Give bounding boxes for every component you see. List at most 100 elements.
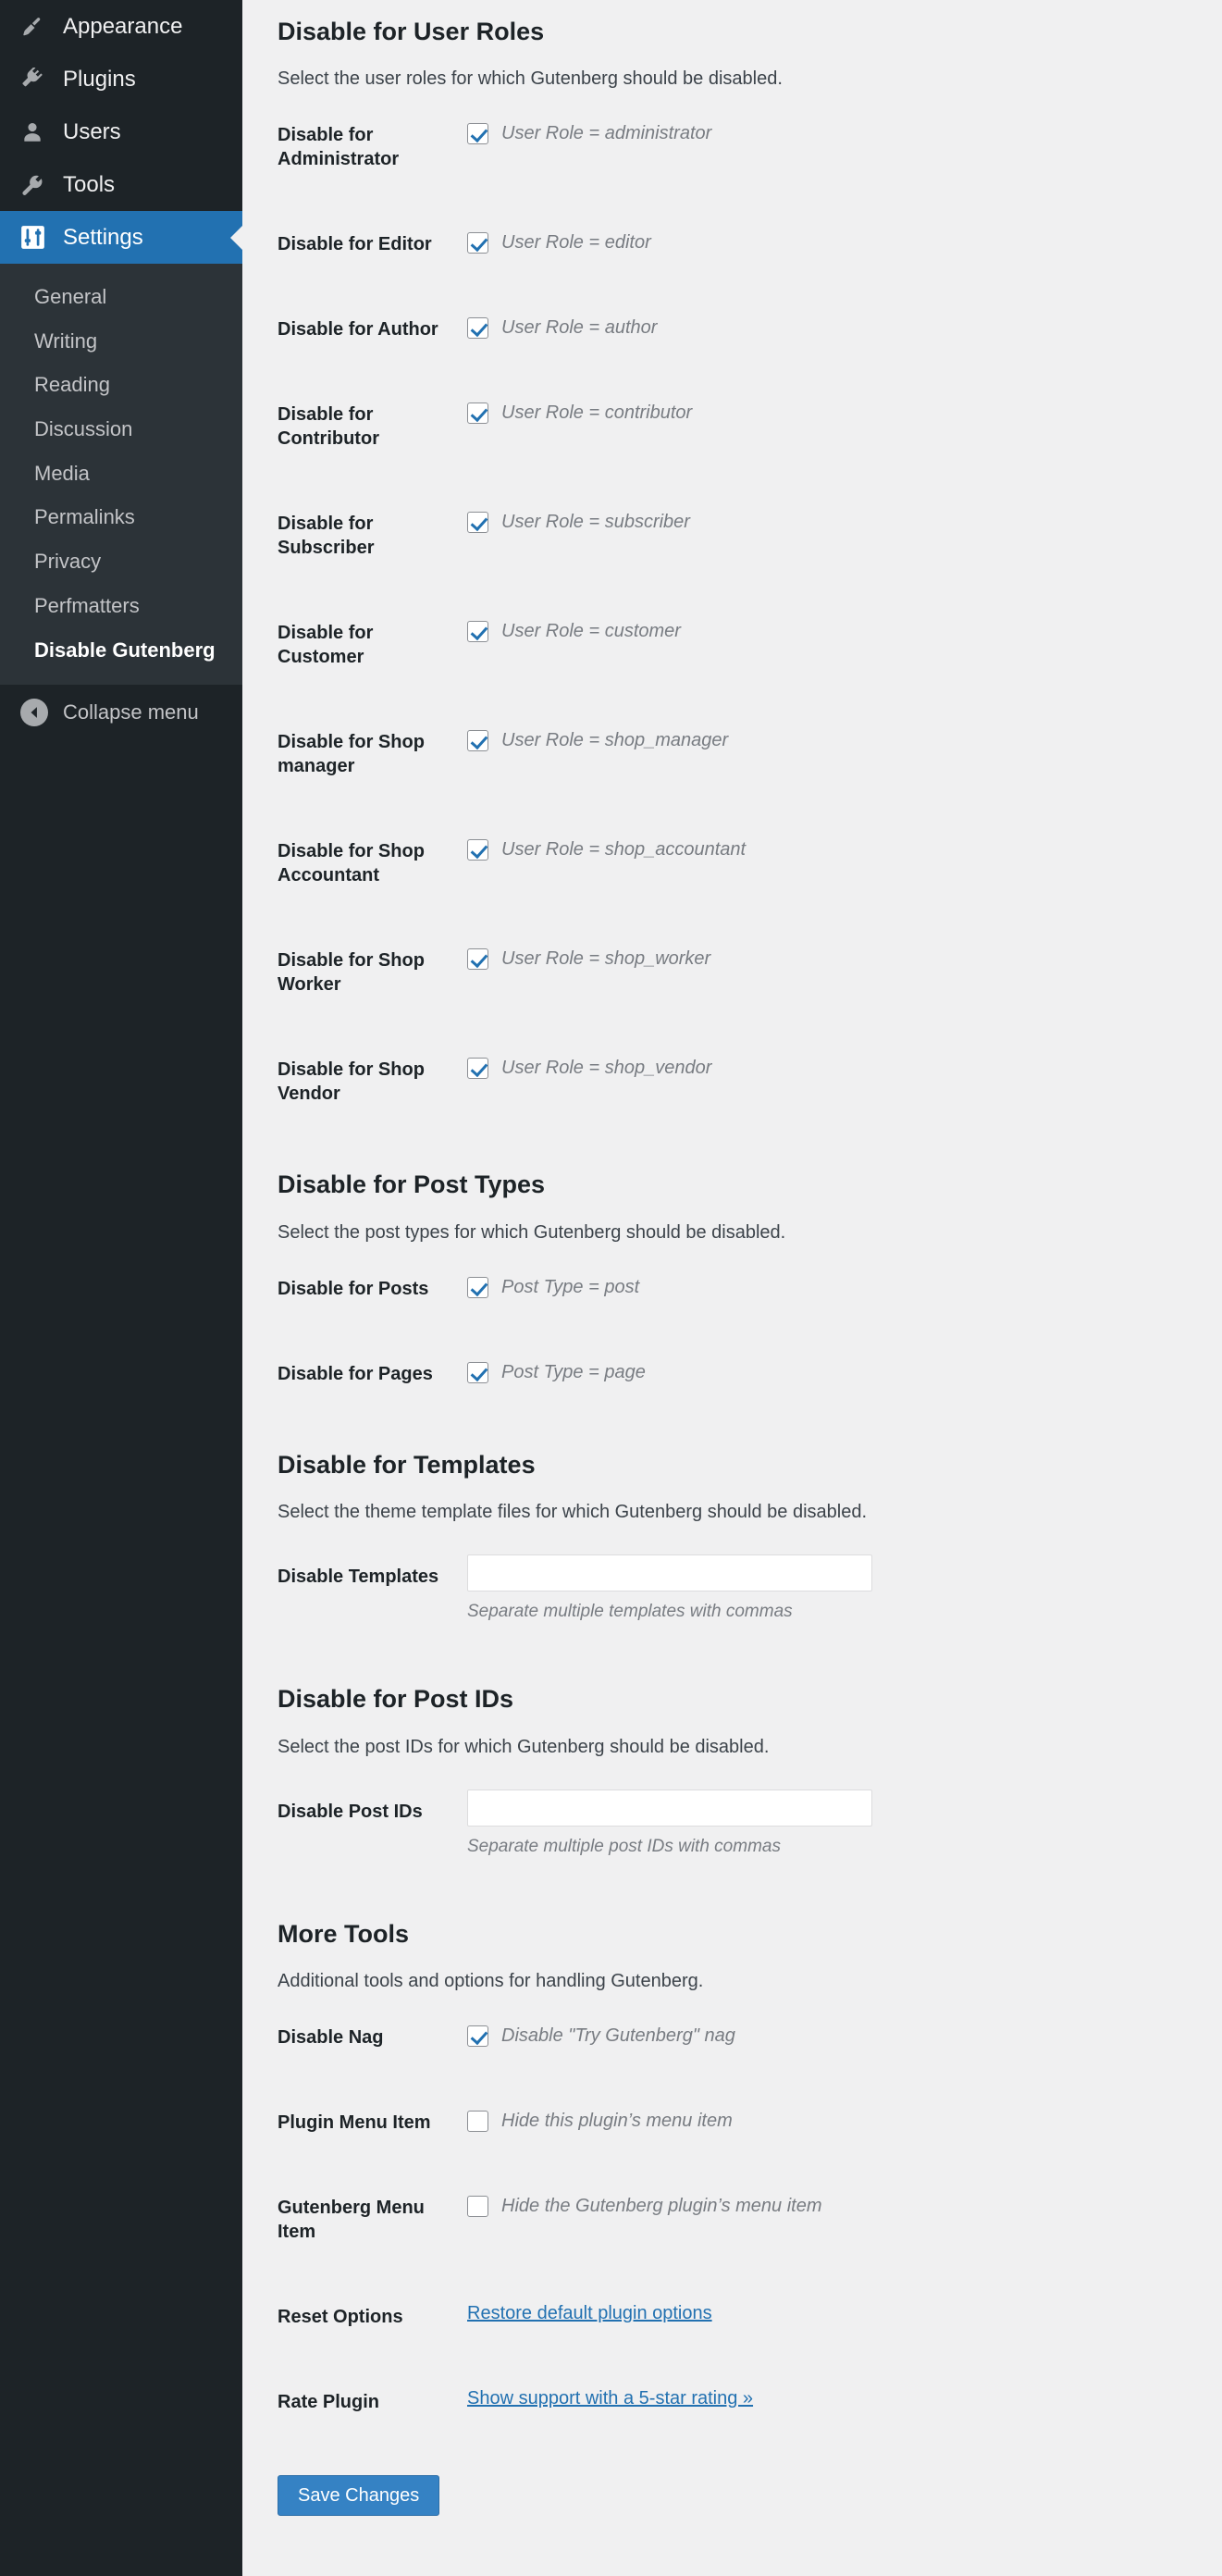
row-label: Disable for Editor	[278, 202, 467, 287]
section-description: Select the user roles for which Gutenber…	[278, 65, 1185, 93]
sidebar-subitem-media[interactable]: Media	[0, 452, 242, 496]
sidebar-item-label: Plugins	[63, 68, 136, 91]
checkbox-gutenberg-menu-item[interactable]	[467, 2196, 488, 2217]
post-types-table: Disable for Posts Post Type = post Disab…	[278, 1246, 1185, 1417]
submit-area: Save Changes	[278, 2445, 1185, 2553]
checkbox-plugin-menu-item[interactable]	[467, 2111, 488, 2132]
collapse-menu-button[interactable]: Collapse menu	[0, 685, 242, 740]
checkbox-label[interactable]: User Role = shop_vendor	[501, 1056, 711, 1081]
sidebar-subitem-perfmatters[interactable]: Perfmatters	[0, 584, 242, 628]
settings-sliders-icon	[20, 225, 54, 250]
checkbox-label[interactable]: User Role = contributor	[501, 401, 692, 426]
checkbox-author[interactable]	[467, 317, 488, 339]
sidebar-subitem-reading[interactable]: Reading	[0, 363, 242, 407]
sidebar-item-settings[interactable]: Settings	[0, 211, 242, 264]
admin-sidebar: Appearance Plugins Users	[0, 0, 242, 2576]
checkbox-shop-worker[interactable]	[467, 948, 488, 970]
sidebar-subitem-general[interactable]: General	[0, 275, 242, 319]
checkbox-subscriber[interactable]	[467, 512, 488, 533]
row-label: Disable for Shop manager	[278, 700, 467, 809]
row-label: Disable for Subscriber	[278, 481, 467, 590]
checkbox-editor[interactable]	[467, 232, 488, 254]
section-description: Select the theme template files for whic…	[278, 1498, 1185, 1526]
table-row: Disable Templates Separate multiple temp…	[278, 1526, 1185, 1651]
table-row: Disable Post IDs Separate multiple post …	[278, 1761, 1185, 1886]
checkbox-label[interactable]: User Role = customer	[501, 619, 681, 644]
table-row: Disable for Shop Worker User Role = shop…	[278, 918, 1185, 1027]
sidebar-item-tools[interactable]: Tools	[0, 158, 242, 211]
users-person-icon	[20, 120, 54, 144]
row-label: Disable for Administrator	[278, 93, 467, 202]
sidebar-item-users[interactable]: Users	[0, 105, 242, 158]
checkbox-label[interactable]: User Role = shop_worker	[501, 947, 710, 972]
row-label: Disable Nag	[278, 1995, 467, 2080]
checkbox-shop-vendor[interactable]	[467, 1058, 488, 1079]
post-ids-note: Separate multiple post IDs with commas	[467, 1837, 1185, 1857]
sidebar-subitem-disable-gutenberg[interactable]: Disable Gutenberg	[0, 628, 242, 673]
save-changes-button[interactable]: Save Changes	[278, 2475, 439, 2516]
disable-post-ids-input[interactable]	[467, 1790, 872, 1827]
table-row: Disable for Shop manager User Role = sho…	[278, 700, 1185, 809]
checkbox-label[interactable]: Post Type = post	[501, 1275, 639, 1300]
row-label: Disable for Shop Accountant	[278, 809, 467, 918]
sidebar-subitem-permalinks[interactable]: Permalinks	[0, 495, 242, 539]
row-label: Gutenberg Menu Item	[278, 2165, 467, 2274]
table-row: Disable for Author User Role = author	[278, 287, 1185, 372]
checkbox-customer[interactable]	[467, 621, 488, 642]
section-description: Additional tools and options for handlin…	[278, 1967, 1185, 1995]
collapse-menu-label: Collapse menu	[63, 700, 199, 724]
section-description: Select the post IDs for which Gutenberg …	[278, 1733, 1185, 1761]
checkbox-label[interactable]: User Role = editor	[501, 230, 651, 255]
user-roles-table: Disable for Administrator User Role = ad…	[278, 93, 1185, 1136]
checkbox-shop-manager[interactable]	[467, 730, 488, 751]
plugins-plug-icon	[20, 68, 54, 92]
checkbox-label[interactable]: Post Type = page	[501, 1360, 646, 1385]
checkbox-label[interactable]: Disable "Try Gutenberg" nag	[501, 2024, 735, 2049]
disable-templates-input[interactable]	[467, 1554, 872, 1591]
table-row: Disable Nag Disable "Try Gutenberg" nag	[278, 1995, 1185, 2080]
checkbox-label[interactable]: User Role = shop_accountant	[501, 837, 746, 862]
rate-plugin-link[interactable]: Show support with a 5-star rating »	[467, 2388, 753, 2409]
tools-wrench-icon	[20, 173, 54, 197]
templates-table: Disable Templates Separate multiple temp…	[278, 1526, 1185, 1651]
sidebar-item-label: Settings	[63, 227, 143, 249]
checkbox-administrator[interactable]	[467, 123, 488, 144]
section-title: Disable for User Roles	[278, 17, 1185, 46]
sidebar-item-plugins[interactable]: Plugins	[0, 53, 242, 105]
table-row: Disable for Editor User Role = editor	[278, 202, 1185, 287]
section-post-types: Disable for Post Types Select the post t…	[278, 1170, 1185, 1416]
sidebar-subitem-privacy[interactable]: Privacy	[0, 539, 242, 584]
checkbox-label[interactable]: User Role = author	[501, 316, 657, 341]
checkbox-contributor[interactable]	[467, 402, 488, 424]
sidebar-item-appearance[interactable]: Appearance	[0, 0, 242, 53]
checkbox-label[interactable]: User Role = shop_manager	[501, 728, 728, 753]
sidebar-subitem-discussion[interactable]: Discussion	[0, 407, 242, 452]
row-label: Disable for Pages	[278, 1331, 467, 1417]
checkbox-post-type-post[interactable]	[467, 1277, 488, 1298]
table-row: Disable for Subscriber User Role = subsc…	[278, 481, 1185, 590]
section-title: Disable for Post IDs	[278, 1684, 1185, 1714]
checkbox-label[interactable]: Hide this plugin’s menu item	[501, 2109, 733, 2134]
checkbox-disable-nag[interactable]	[467, 2025, 488, 2047]
checkbox-label[interactable]: User Role = subscriber	[501, 510, 690, 535]
chevron-left-icon	[20, 699, 48, 726]
row-label: Disable for Contributor	[278, 372, 467, 481]
sidebar-item-label: Tools	[63, 174, 115, 196]
checkbox-label[interactable]: Hide the Gutenberg plugin’s menu item	[501, 2194, 822, 2219]
row-label: Disable for Customer	[278, 590, 467, 700]
table-row: Disable for Shop Vendor User Role = shop…	[278, 1027, 1185, 1136]
checkbox-shop-accountant[interactable]	[467, 839, 488, 861]
row-label: Disable for Shop Worker	[278, 918, 467, 1027]
table-row: Rate Plugin Show support with a 5-star r…	[278, 2359, 1185, 2445]
row-label: Disable Templates	[278, 1526, 467, 1651]
row-label: Disable Post IDs	[278, 1761, 467, 1886]
section-description: Select the post types for which Gutenber…	[278, 1219, 1185, 1246]
checkbox-post-type-page[interactable]	[467, 1362, 488, 1383]
row-label: Disable for Shop Vendor	[278, 1027, 467, 1136]
checkbox-label[interactable]: User Role = administrator	[501, 121, 711, 146]
section-title: Disable for Post Types	[278, 1170, 1185, 1199]
table-row: Disable for Posts Post Type = post	[278, 1246, 1185, 1331]
table-row: Reset Options Restore default plugin opt…	[278, 2274, 1185, 2359]
sidebar-subitem-writing[interactable]: Writing	[0, 319, 242, 364]
restore-default-options-link[interactable]: Restore default plugin options	[467, 2303, 712, 2323]
